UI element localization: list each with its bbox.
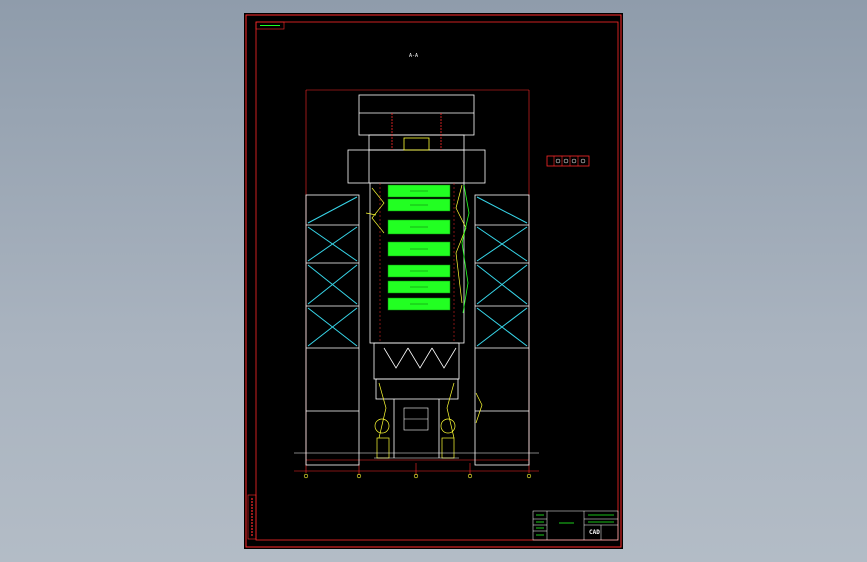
right-pipe [461,184,470,314]
title-block-logo: CAD [589,529,600,536]
grid-markers [303,473,532,479]
drying-sections [387,184,451,311]
discharge-section [373,342,460,458]
section-mark: A-A [409,53,419,59]
legend-box [546,155,590,167]
top-structure [347,94,486,184]
drawing-sheet: A-A CAD [244,13,623,549]
right-support-frame [474,194,530,466]
drawing-canvas [245,14,622,548]
left-support-frame [305,194,360,466]
conveyors [374,382,483,459]
